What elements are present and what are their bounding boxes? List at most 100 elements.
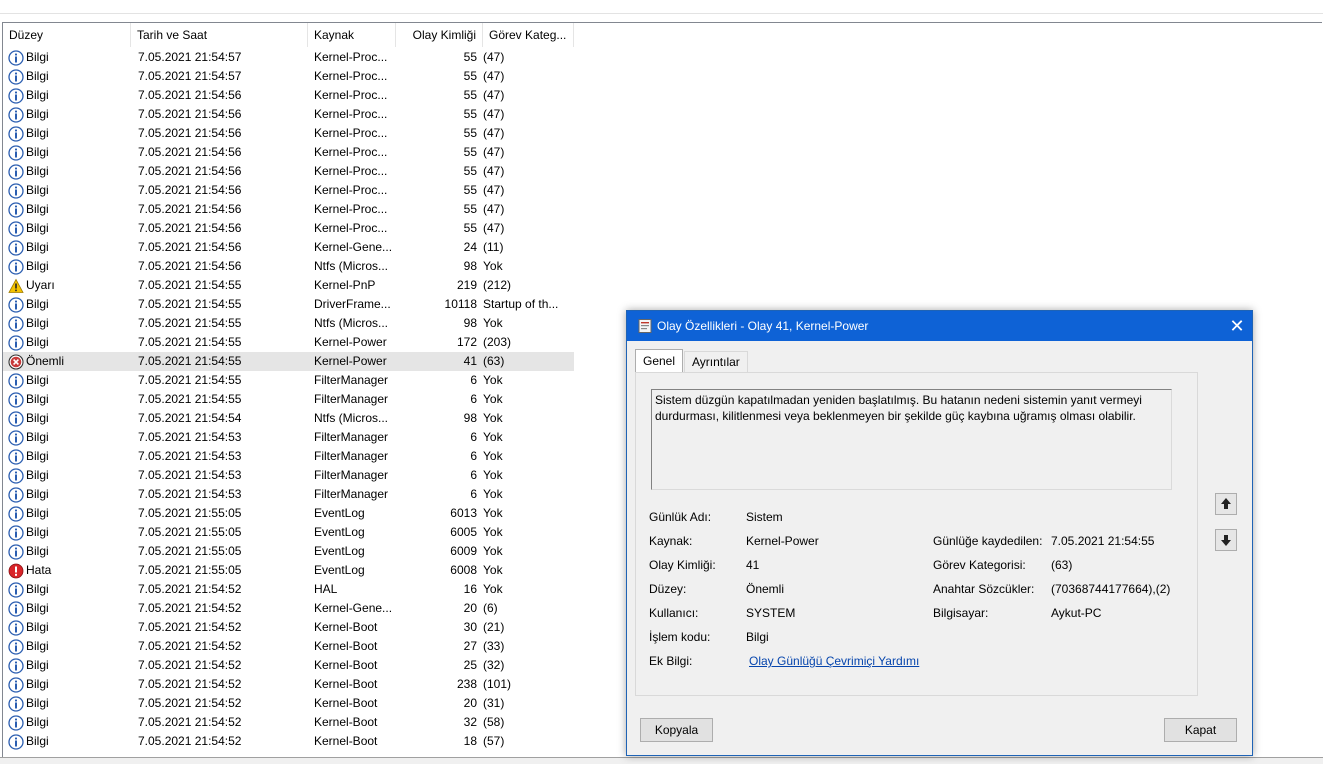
- row-level-label: Bilgi: [26, 316, 49, 330]
- dialog-title: Olay Özellikleri - Olay 41, Kernel-Power: [657, 319, 869, 333]
- table-row[interactable]: Bilgi 7.05.2021 21:54:52 Kernel-Gene... 20 (…: [3, 599, 574, 618]
- row-source: Kernel-PnP: [314, 278, 376, 292]
- row-task-category: (212): [483, 278, 512, 292]
- table-row[interactable]: Bilgi 7.05.2021 21:54:56 Kernel-Proc... 55 (…: [3, 124, 574, 143]
- row-level: Bilgi: [3, 618, 131, 637]
- info-icon: [8, 220, 24, 237]
- table-row[interactable]: Bilgi 7.05.2021 21:54:52 Kernel-Boot 20 (31): [3, 694, 574, 713]
- row-level-label: Bilgi: [26, 392, 49, 406]
- label-event-id: Olay Kimliği:: [649, 558, 716, 572]
- table-row[interactable]: Uyarı 7.05.2021 21:54:55 Kernel-PnP 219 (212…: [3, 276, 574, 295]
- table-row[interactable]: Bilgi 7.05.2021 21:54:56 Kernel-Proc... 55 (…: [3, 105, 574, 124]
- row-event-id: 20: [463, 696, 477, 710]
- info-icon: [8, 201, 24, 218]
- table-row[interactable]: Bilgi 7.05.2021 21:54:52 Kernel-Boot 25 (32): [3, 656, 574, 675]
- table-row[interactable]: Bilgi 7.05.2021 21:55:05 EventLog 6005 Yok: [3, 523, 574, 542]
- table-row[interactable]: Bilgi 7.05.2021 21:54:53 FilterManager 6 Yok: [3, 485, 574, 504]
- row-level-label: Bilgi: [26, 525, 49, 539]
- event-rows: Bilgi 7.05.2021 21:54:57 Kernel-Proc... 55 (…: [3, 48, 574, 751]
- event-description[interactable]: Sistem düzgün kapatılmadan yeniden başla…: [651, 389, 1172, 490]
- table-row[interactable]: Bilgi 7.05.2021 21:54:52 Kernel-Boot 30 (21): [3, 618, 574, 637]
- row-source: Kernel-Gene...: [314, 601, 393, 615]
- table-row[interactable]: Bilgi 7.05.2021 21:54:55 Kernel-Power 172 (2…: [3, 333, 574, 352]
- previous-event-button[interactable]: [1215, 493, 1237, 515]
- online-help-link[interactable]: Olay Günlüğü Çevrimiçi Yardımı: [749, 653, 919, 669]
- info-icon: [8, 68, 24, 85]
- table-row[interactable]: Bilgi 7.05.2021 21:55:05 EventLog 6009 Yok: [3, 542, 574, 561]
- table-row[interactable]: Bilgi 7.05.2021 21:54:54 Ntfs (Micros... 98…: [3, 409, 574, 428]
- row-event-id: 16: [463, 582, 477, 596]
- row-datetime: 7.05.2021 21:54:57: [138, 69, 242, 83]
- table-row[interactable]: Bilgi 7.05.2021 21:54:56 Kernel-Proc... 55 (…: [3, 162, 574, 181]
- row-source: Kernel-Proc...: [314, 107, 388, 121]
- table-row[interactable]: Bilgi 7.05.2021 21:54:56 Kernel-Proc... 55 (…: [3, 200, 574, 219]
- close-button[interactable]: Kapat: [1164, 718, 1237, 742]
- table-row[interactable]: Önemli 7.05.2021 21:54:55 Kernel-Power 41 (6…: [3, 352, 574, 371]
- row-task-category: Yok: [483, 544, 503, 558]
- row-level: Bilgi: [3, 713, 131, 732]
- table-row[interactable]: Bilgi 7.05.2021 21:54:55 FilterManager 6 Yok: [3, 390, 574, 409]
- row-level: Bilgi: [3, 466, 131, 485]
- row-datetime: 7.05.2021 21:54:52: [138, 582, 242, 596]
- label-source: Kaynak:: [649, 534, 693, 548]
- column-header-level[interactable]: Düzey: [3, 23, 131, 47]
- info-icon: [8, 448, 24, 465]
- table-row[interactable]: Hata 7.05.2021 21:55:05 EventLog 6008 Yok: [3, 561, 574, 580]
- row-event-id: 30: [463, 620, 477, 634]
- table-row[interactable]: Bilgi 7.05.2021 21:54:56 Kernel-Proc... 55 (…: [3, 219, 574, 238]
- row-level-label: Bilgi: [26, 164, 49, 178]
- copy-button[interactable]: Kopyala: [640, 718, 713, 742]
- table-row[interactable]: Bilgi 7.05.2021 21:54:56 Ntfs (Micros... 98…: [3, 257, 574, 276]
- row-level: Bilgi: [3, 447, 131, 466]
- table-row[interactable]: Bilgi 7.05.2021 21:54:52 Kernel-Boot 18 (57): [3, 732, 574, 751]
- row-task-category: (47): [483, 107, 505, 121]
- table-row[interactable]: Bilgi 7.05.2021 21:54:52 Kernel-Boot 32 (58): [3, 713, 574, 732]
- table-row[interactable]: Bilgi 7.05.2021 21:54:56 Kernel-Gene... 24 (…: [3, 238, 574, 257]
- info-icon: [8, 391, 24, 408]
- row-datetime: 7.05.2021 21:54:53: [138, 468, 242, 482]
- row-level: Bilgi: [3, 124, 131, 143]
- tab-details[interactable]: Ayrıntılar: [684, 351, 748, 372]
- table-row[interactable]: Bilgi 7.05.2021 21:54:57 Kernel-Proc... 55 (…: [3, 48, 574, 67]
- row-datetime: 7.05.2021 21:54:52: [138, 620, 242, 634]
- table-row[interactable]: Bilgi 7.05.2021 21:54:56 Kernel-Proc... 55 (…: [3, 143, 574, 162]
- row-datetime: 7.05.2021 21:54:52: [138, 715, 242, 729]
- table-row[interactable]: Bilgi 7.05.2021 21:54:53 FilterManager 6 Yok: [3, 466, 574, 485]
- row-source: FilterManager: [314, 430, 389, 444]
- info-icon: [8, 600, 24, 617]
- column-header-datetime[interactable]: Tarih ve Saat: [131, 23, 308, 47]
- tab-general[interactable]: Genel: [635, 349, 684, 373]
- column-header-event-id[interactable]: Olay Kimliği: [396, 23, 483, 47]
- table-row[interactable]: Bilgi 7.05.2021 21:54:52 Kernel-Boot 27 (33): [3, 637, 574, 656]
- info-icon: [8, 125, 24, 142]
- row-event-id: 172: [456, 335, 477, 349]
- event-viewer-icon: [638, 319, 652, 333]
- column-header-row: Düzey Tarih ve Saat Kaynak Olay Kimliği …: [3, 23, 574, 47]
- column-header-source[interactable]: Kaynak: [308, 23, 396, 47]
- info-icon: [8, 182, 24, 199]
- table-row[interactable]: Bilgi 7.05.2021 21:54:53 FilterManager 6 Yok: [3, 447, 574, 466]
- table-row[interactable]: Bilgi 7.05.2021 21:54:55 DriverFrame... 101…: [3, 295, 574, 314]
- table-row[interactable]: Bilgi 7.05.2021 21:54:52 Kernel-Boot 238 (10…: [3, 675, 574, 694]
- close-icon[interactable]: ✕: [1222, 311, 1252, 341]
- row-datetime: 7.05.2021 21:54:56: [138, 164, 242, 178]
- row-event-id: 55: [463, 164, 477, 178]
- table-row[interactable]: Bilgi 7.05.2021 21:54:55 FilterManager 6 Yok: [3, 371, 574, 390]
- info-icon: [8, 410, 24, 427]
- row-source: EventLog: [314, 563, 365, 577]
- table-row[interactable]: Bilgi 7.05.2021 21:54:56 Kernel-Proc... 55 (…: [3, 86, 574, 105]
- info-icon: [8, 676, 24, 693]
- row-source: Kernel-Proc...: [314, 88, 388, 102]
- table-row[interactable]: Bilgi 7.05.2021 21:55:05 EventLog 6013 Yok: [3, 504, 574, 523]
- column-header-task-category[interactable]: Görev Kateg...: [483, 23, 574, 47]
- table-row[interactable]: Bilgi 7.05.2021 21:54:56 Kernel-Proc... 55 (…: [3, 181, 574, 200]
- table-row[interactable]: Bilgi 7.05.2021 21:54:57 Kernel-Proc... 55 (…: [3, 67, 574, 86]
- row-datetime: 7.05.2021 21:54:56: [138, 107, 242, 121]
- row-level-label: Bilgi: [26, 449, 49, 463]
- table-row[interactable]: Bilgi 7.05.2021 21:54:55 Ntfs (Micros... 98…: [3, 314, 574, 333]
- table-row[interactable]: Bilgi 7.05.2021 21:54:53 FilterManager 6 Yok: [3, 428, 574, 447]
- next-event-button[interactable]: [1215, 529, 1237, 551]
- info-icon: [8, 258, 24, 275]
- dialog-titlebar[interactable]: Olay Özellikleri - Olay 41, Kernel-Power…: [627, 311, 1252, 341]
- table-row[interactable]: Bilgi 7.05.2021 21:54:52 HAL 16 Yok: [3, 580, 574, 599]
